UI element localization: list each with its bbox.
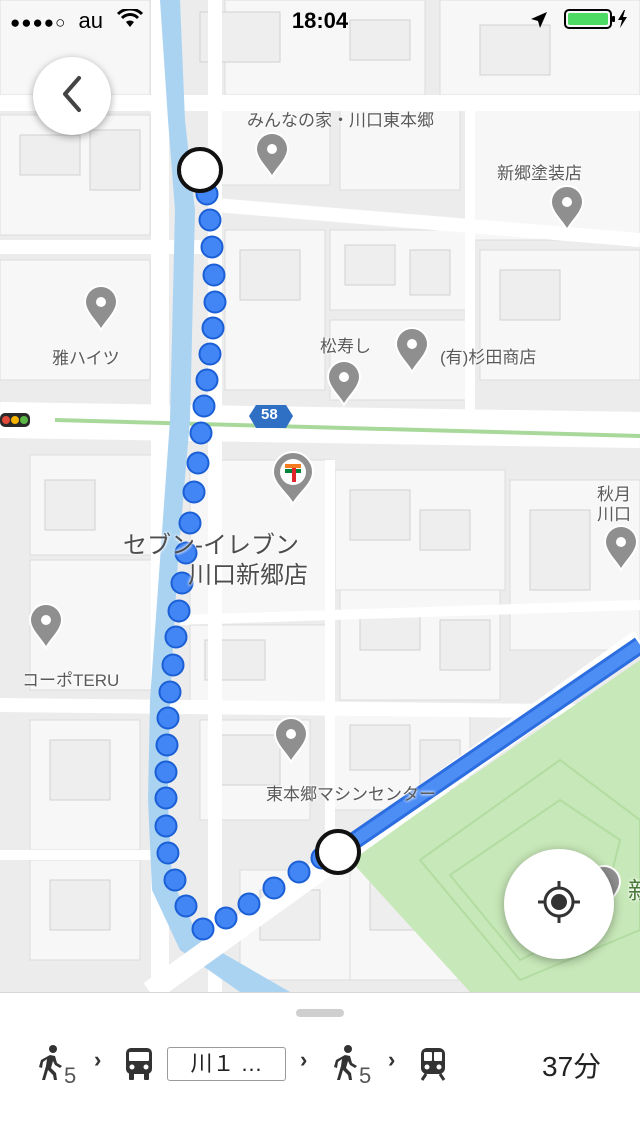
route-dot xyxy=(163,868,187,892)
poi-label-miyabi-heights[interactable]: 雅ハイツ xyxy=(52,344,120,369)
route-dot xyxy=(214,906,238,930)
route-dot xyxy=(154,760,178,784)
route-dot xyxy=(161,653,185,677)
poi-label-sugita-shoten[interactable]: (有)杉田商店 xyxy=(440,343,536,368)
crosshair-location-icon xyxy=(536,879,582,930)
route-dot xyxy=(164,625,188,649)
route-dot xyxy=(201,316,225,340)
walk-minutes-second: 5 xyxy=(359,1063,372,1088)
battery-icon xyxy=(564,8,630,36)
route-summary-sheet[interactable]: 5 › 川１ … › 5 › 37分 xyxy=(0,992,640,1137)
poi-label-corpo-teru[interactable]: コーポTERU xyxy=(22,666,119,691)
total-duration: 37分 xyxy=(542,1051,602,1082)
walk-minutes-first: 5 xyxy=(64,1063,77,1088)
train-icon xyxy=(418,1047,448,1086)
bus-icon xyxy=(124,1047,154,1086)
route-dot xyxy=(156,706,180,730)
poi-label-kawaguchi[interactable]: 川口 xyxy=(597,500,631,525)
chevron-left-icon xyxy=(57,74,87,119)
route-dot xyxy=(154,786,178,810)
route-dot xyxy=(186,451,210,475)
status-bar: ●●●●○ au 18:04 xyxy=(0,0,640,40)
poi-label-seven-eleven-branch[interactable]: 川口新郷店 xyxy=(188,561,308,591)
map-canvas xyxy=(0,0,640,992)
sheet-grabber-handle[interactable] xyxy=(296,1009,344,1017)
my-location-button[interactable] xyxy=(504,849,614,959)
poi-label-minna-no-ie[interactable]: みんなの家・川口東本郷 xyxy=(247,106,434,131)
status-right xyxy=(530,8,630,36)
route-dot xyxy=(158,680,182,704)
route-dot xyxy=(203,290,227,314)
poi-label-seven-eleven[interactable]: セブン-イレブン xyxy=(123,531,299,561)
chevron-right-icon: › xyxy=(388,1047,396,1072)
route-dot xyxy=(182,480,206,504)
route-dot xyxy=(195,368,219,392)
route-dot xyxy=(191,917,215,941)
poi-label-shingo-tosouten[interactable]: 新郷塗装店 xyxy=(497,159,582,184)
poi-label-shin[interactable]: 新 xyxy=(628,877,640,907)
back-button[interactable] xyxy=(33,57,111,135)
route-dot xyxy=(155,733,179,757)
route-dot xyxy=(237,892,261,916)
bus-line-badge: 川１ … xyxy=(167,1047,286,1081)
chevron-right-icon: › xyxy=(94,1047,102,1072)
route-dot xyxy=(202,263,226,287)
walk-icon xyxy=(333,1045,359,1086)
route-dot xyxy=(189,421,213,445)
route-dot xyxy=(198,208,222,232)
poi-label-higashi-hongo-machine-center[interactable]: 東本郷マシンセンター xyxy=(266,780,436,805)
route-dot xyxy=(174,894,198,918)
map-view[interactable]: みんなの家・川口東本郷 新郷塗装店 雅ハイツ 松寿し (有)杉田商店 58 セブ… xyxy=(0,0,640,992)
route-dot xyxy=(192,394,216,418)
route-steps[interactable]: 5 › 川１ … › 5 › 37分 xyxy=(0,1039,640,1089)
route-dot xyxy=(154,814,178,838)
location-arrow-icon xyxy=(530,9,548,35)
route-dot xyxy=(198,342,222,366)
walk-icon xyxy=(38,1045,64,1086)
route-dot xyxy=(287,860,311,884)
route-number-58: 58 xyxy=(261,406,278,423)
route-dot xyxy=(156,841,180,865)
route-dot xyxy=(262,876,286,900)
chevron-right-icon: › xyxy=(300,1047,308,1072)
poi-label-matsu-sushi[interactable]: 松寿し xyxy=(320,332,371,357)
route-dot xyxy=(200,235,224,259)
route-dot xyxy=(167,599,191,623)
